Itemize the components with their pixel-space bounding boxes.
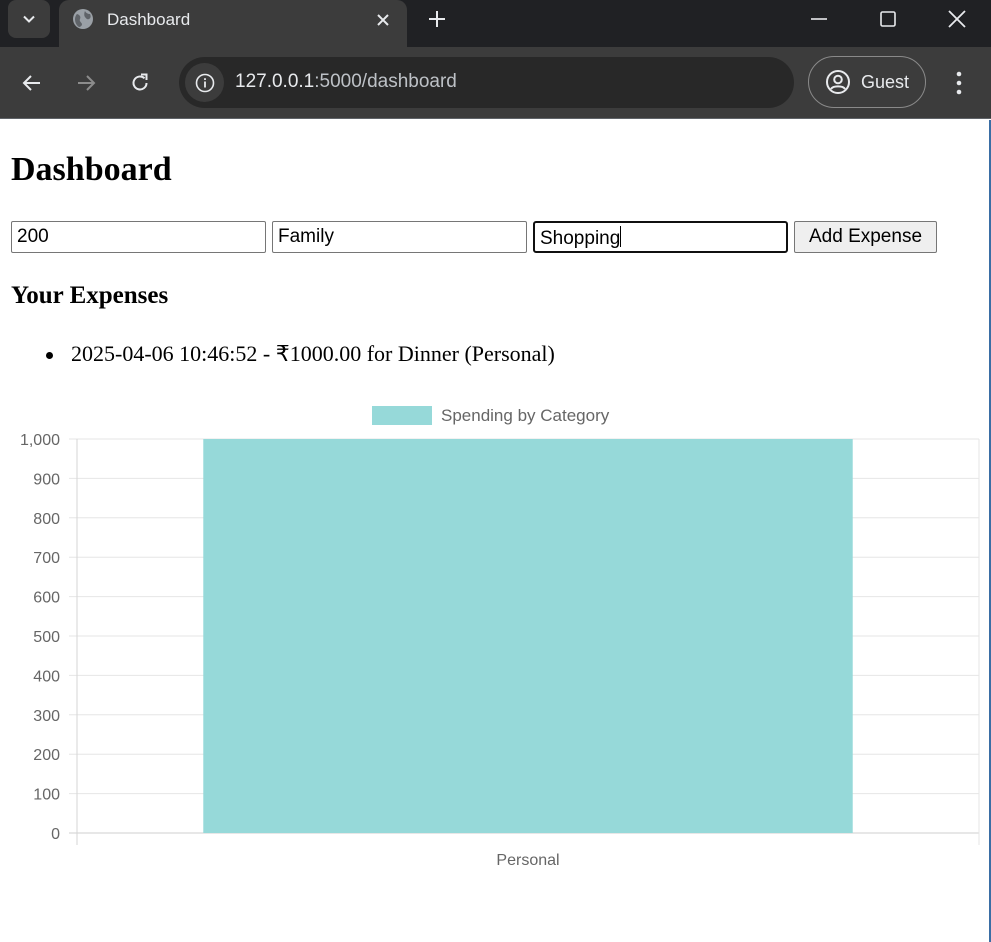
y-tick-label: 100 xyxy=(33,787,60,804)
category-input[interactable] xyxy=(272,221,527,253)
arrow-left-icon xyxy=(22,75,40,91)
tab-strip: Dashboard xyxy=(0,0,991,47)
reload-button[interactable] xyxy=(124,67,156,99)
tab-search-button[interactable] xyxy=(8,0,50,38)
amount-input[interactable] xyxy=(11,221,266,253)
legend-label: Spending by Category xyxy=(441,406,610,425)
more-vertical-icon xyxy=(956,71,962,95)
description-input[interactable]: Shopping xyxy=(533,221,788,253)
expense-list: 2025-04-06 10:46:52 - ₹1000.00 for Dinne… xyxy=(46,341,555,367)
y-tick-label: 200 xyxy=(33,747,60,764)
profile-label: Guest xyxy=(861,71,910,92)
list-item: 2025-04-06 10:46:52 - ₹1000.00 for Dinne… xyxy=(46,341,555,367)
arrow-right-icon xyxy=(78,75,96,91)
maximize-button[interactable] xyxy=(854,0,922,38)
back-button[interactable] xyxy=(16,67,48,99)
expenses-heading: Your Expenses xyxy=(11,282,169,309)
new-tab-button[interactable] xyxy=(424,6,450,32)
close-icon xyxy=(377,14,389,26)
bullet xyxy=(46,352,53,359)
description-input-value: Shopping xyxy=(540,228,621,249)
tab-close-button[interactable] xyxy=(371,8,395,32)
y-tick-label: 800 xyxy=(33,511,60,528)
maximize-icon xyxy=(880,11,896,27)
y-tick-label: 600 xyxy=(33,590,60,607)
page-content: Dashboard Shopping Add Expense Your Expe… xyxy=(0,120,991,942)
url-text: 127.0.0.1:5000/dashboard xyxy=(235,71,457,93)
profile-button[interactable]: Guest xyxy=(808,56,926,108)
y-tick-label: 500 xyxy=(33,629,60,646)
y-tick-label: 300 xyxy=(33,708,60,725)
add-expense-button[interactable]: Add Expense xyxy=(794,221,937,253)
y-tick-label: 1,000 xyxy=(20,432,60,449)
url-path: :5000/dashboard xyxy=(314,71,457,92)
bar-personal xyxy=(203,439,853,833)
minimize-button[interactable] xyxy=(785,0,853,38)
y-tick-label: 900 xyxy=(33,471,60,488)
forward-button[interactable] xyxy=(70,67,102,99)
y-tick-label: 0 xyxy=(51,826,60,843)
close-icon xyxy=(948,10,966,28)
address-bar[interactable]: 127.0.0.1:5000/dashboard xyxy=(179,57,794,108)
minimize-icon xyxy=(811,18,827,20)
expense-text: 2025-04-06 10:46:52 - ₹1000.00 for Dinne… xyxy=(71,341,555,366)
account-circle-icon xyxy=(824,68,852,96)
y-tick-label: 700 xyxy=(33,550,60,567)
plus-icon xyxy=(429,11,445,27)
reload-icon xyxy=(132,73,148,91)
y-tick-label: 400 xyxy=(33,668,60,685)
tab-title: Dashboard xyxy=(107,10,191,29)
site-info-button[interactable] xyxy=(185,63,224,102)
x-tick-label: Personal xyxy=(496,852,559,869)
info-icon xyxy=(195,73,214,92)
window-close-button[interactable] xyxy=(923,0,991,38)
browser-tab[interactable]: Dashboard xyxy=(59,0,407,47)
browser-toolbar: 127.0.0.1:5000/dashboard Guest xyxy=(0,47,991,119)
spending-bar-chart: 0 100 200 300 400 500 600 700 800 900 1,000 Persona… xyxy=(20,406,980,869)
globe-icon xyxy=(73,9,93,29)
chevron-down-icon xyxy=(23,15,35,23)
legend-swatch xyxy=(372,406,432,425)
url-host: 127.0.0.1 xyxy=(235,71,315,92)
text-caret xyxy=(620,226,622,247)
page-title: Dashboard xyxy=(11,151,172,188)
browser-menu-button[interactable] xyxy=(944,67,974,99)
